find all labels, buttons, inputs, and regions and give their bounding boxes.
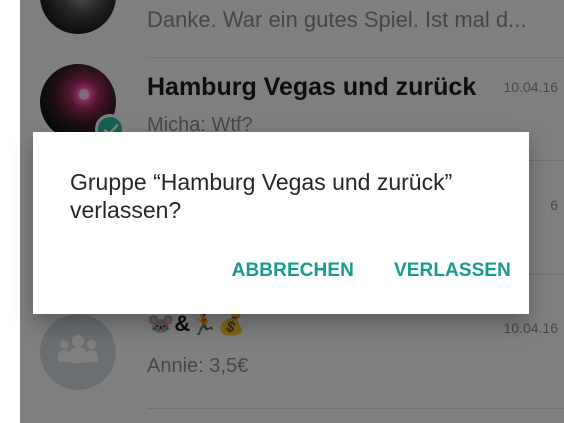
leave-button[interactable]: VERLASSEN (394, 260, 511, 282)
leave-group-dialog: Gruppe “Hamburg Vegas und zurück” verlas… (33, 132, 529, 314)
cancel-button[interactable]: ABBRECHEN (232, 260, 354, 282)
dialog-actions: ABBRECHEN VERLASSEN (232, 260, 511, 282)
dialog-message: Gruppe “Hamburg Vegas und zurück” verlas… (70, 169, 453, 223)
